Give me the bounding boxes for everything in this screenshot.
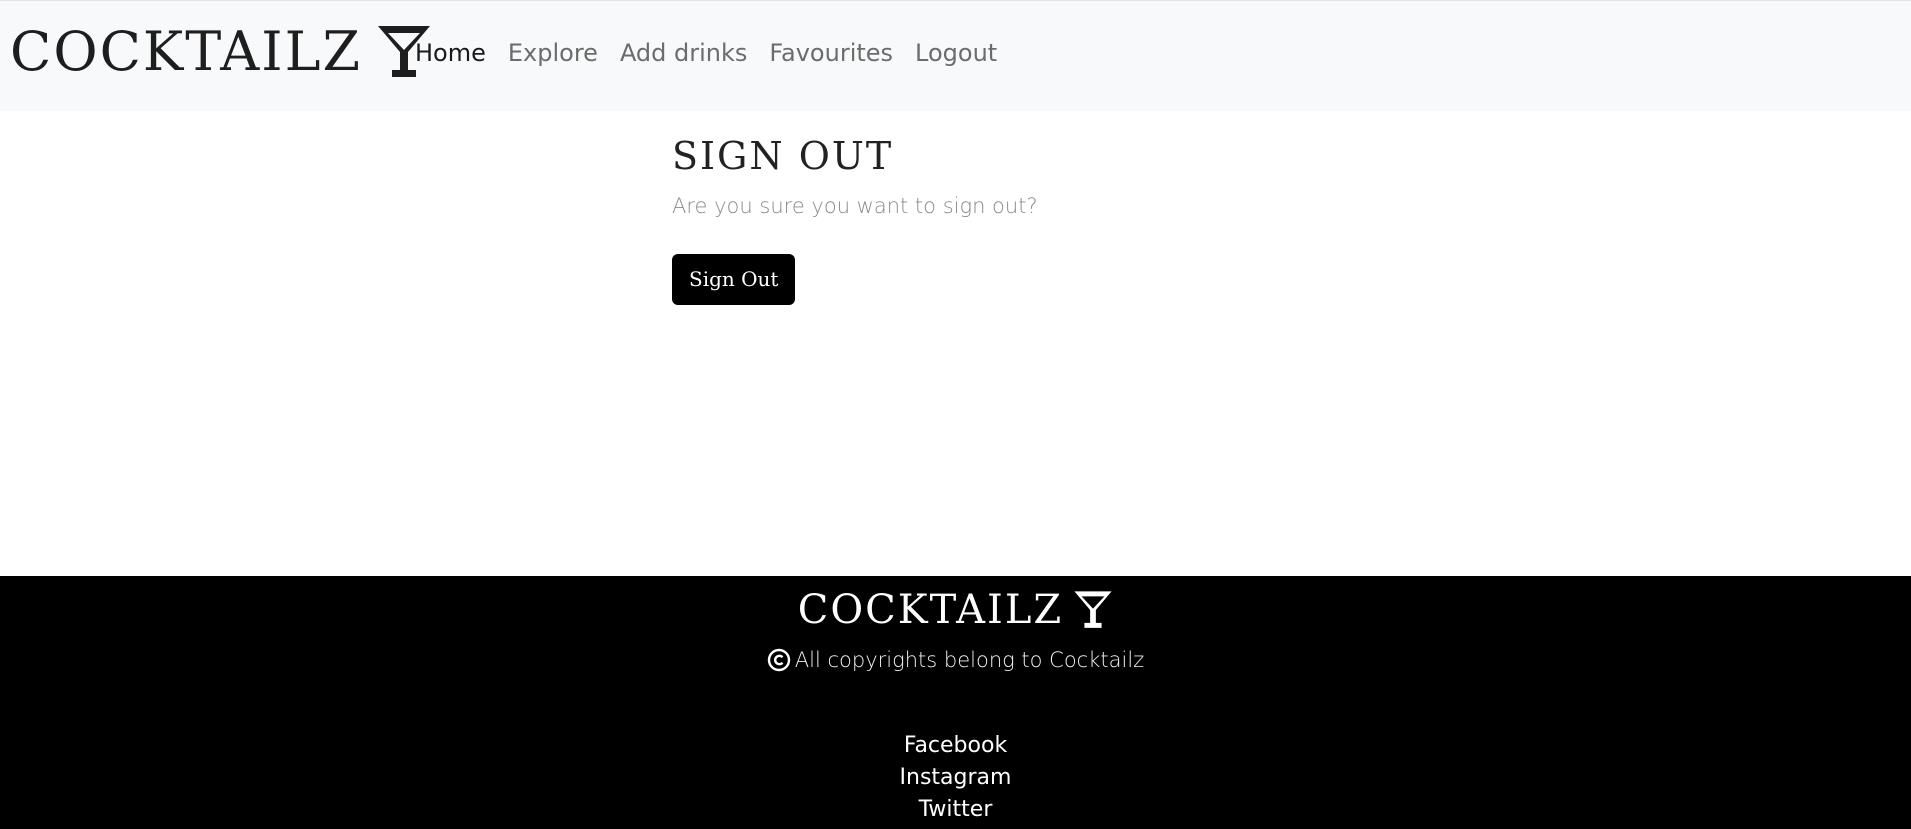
footer-brand: COCKTAILZ [0, 590, 1911, 630]
footer-brand-name: COCKTAILZ [797, 587, 1064, 633]
page-subtitle: Are you sure you want to sign out? [672, 193, 1038, 218]
social-link-instagram[interactable]: Instagram [900, 762, 1012, 794]
social-links: Facebook Instagram Twitter [0, 730, 1911, 826]
page-title: SIGN OUT [672, 134, 894, 178]
nav-link-add-drinks[interactable]: Add drinks [620, 39, 747, 68]
social-link-facebook[interactable]: Facebook [904, 730, 1007, 762]
nav-link-favourites[interactable]: Favourites [769, 39, 893, 68]
nav-link-home[interactable]: Home [415, 39, 486, 68]
nav-link-explore[interactable]: Explore [508, 39, 598, 68]
navbar: COCKTAILZ Home Explore Add drinks Favour… [0, 0, 1911, 111]
footer: COCKTAILZ All copyrights belong to Cockt… [0, 576, 1911, 829]
brand-name: COCKTAILZ [10, 20, 363, 83]
cocktail-glass-icon [1074, 591, 1112, 628]
copyright-icon [767, 648, 790, 672]
sign-out-button[interactable]: Sign Out [672, 253, 796, 305]
nav-link-logout[interactable]: Logout [915, 39, 997, 68]
social-link-twitter[interactable]: Twitter [919, 794, 993, 826]
nav-links: Home Explore Add drinks Favourites Logou… [415, 39, 1019, 68]
copyright-text: All copyrights belong to Cocktailz [794, 648, 1145, 672]
brand-link[interactable]: COCKTAILZ [10, 17, 432, 87]
copyright: All copyrights belong to Cocktailz [0, 648, 1911, 672]
main-content: SIGN OUT Are you sure you want to sign o… [672, 111, 1372, 305]
